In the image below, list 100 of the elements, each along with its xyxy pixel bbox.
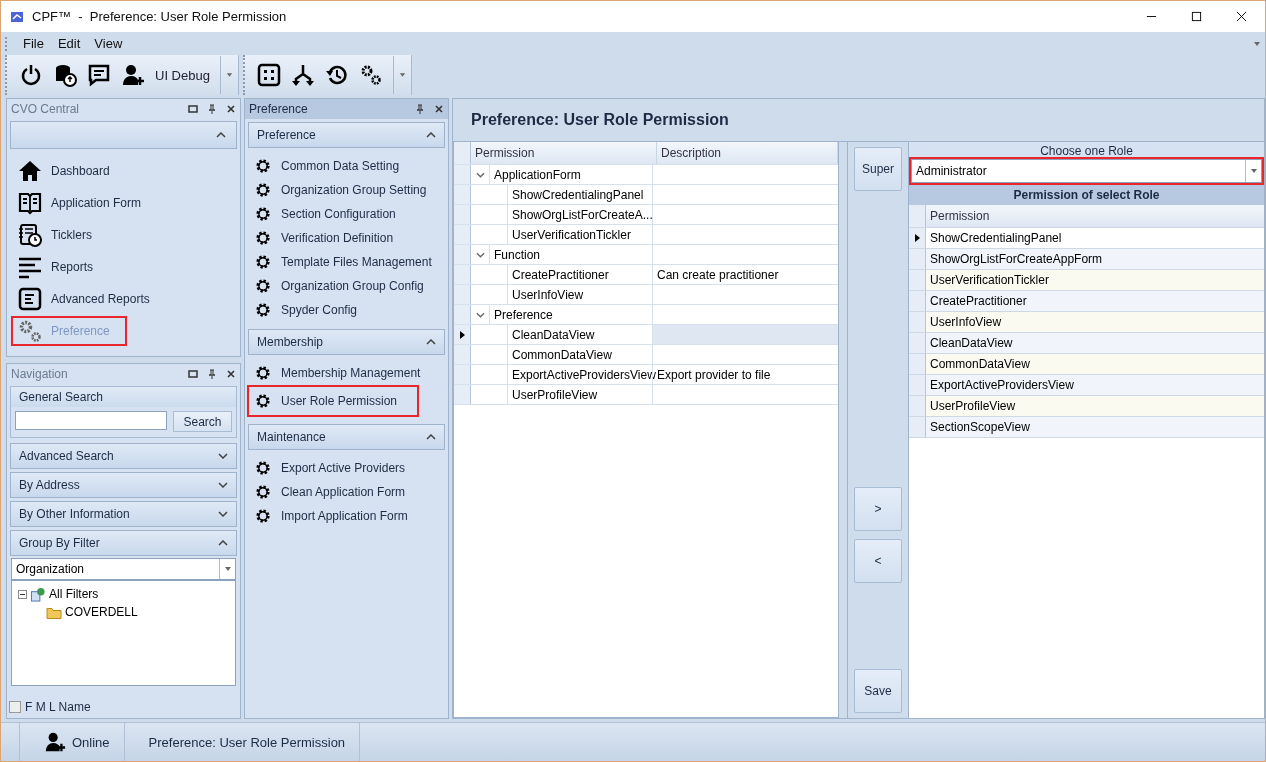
menu-link[interactable]: Export Active Providers bbox=[281, 461, 406, 475]
table-row[interactable]: CommonDataView bbox=[909, 354, 1264, 375]
chevron-up-icon bbox=[426, 339, 436, 345]
menu-link[interactable]: Template Files Management bbox=[281, 255, 432, 269]
menu-link[interactable]: Section Configuration bbox=[281, 207, 396, 221]
add-user-icon[interactable] bbox=[121, 63, 145, 87]
search-button[interactable]: Search bbox=[173, 411, 232, 432]
pin-icon[interactable] bbox=[207, 369, 217, 379]
tree-item[interactable]: COVERDELL bbox=[65, 605, 138, 619]
table-row[interactable]: SectionScopeView bbox=[909, 417, 1264, 438]
nav-item[interactable]: Application Form bbox=[51, 196, 142, 210]
chevron-up-icon bbox=[218, 540, 228, 546]
app-logo-icon bbox=[10, 9, 24, 24]
chat-icon[interactable] bbox=[87, 63, 111, 87]
super-button[interactable]: Super bbox=[854, 147, 902, 191]
chevron-down-icon[interactable] bbox=[475, 311, 485, 318]
gear-icon bbox=[255, 182, 271, 198]
menu-link[interactable]: Membership Management bbox=[281, 366, 421, 380]
chevron-down-icon bbox=[218, 511, 228, 517]
database-icon[interactable] bbox=[53, 63, 77, 87]
section-header[interactable]: Advanced Search bbox=[10, 443, 237, 469]
gear-icon bbox=[255, 460, 271, 476]
debug-mode-label[interactable]: UI Debug bbox=[155, 67, 210, 83]
globe-document-icon bbox=[30, 586, 46, 602]
table-cell-text: CommonDataView bbox=[929, 356, 1030, 373]
window-title: CPF™ - Preference: User Role Permission bbox=[32, 9, 287, 24]
chevron-down-icon bbox=[218, 482, 228, 488]
checkbox[interactable] bbox=[9, 701, 21, 713]
table-cell-text: UserProfileView bbox=[929, 398, 1016, 415]
search-field[interactable] bbox=[15, 411, 167, 430]
document-icon bbox=[18, 287, 42, 311]
row-pointer-icon bbox=[459, 330, 465, 339]
text-lines-icon bbox=[18, 255, 42, 279]
role-dropdown[interactable]: Administrator bbox=[911, 159, 1262, 183]
caret-icon[interactable] bbox=[1253, 40, 1261, 47]
nav-item[interactable]: Ticklers bbox=[51, 228, 92, 242]
remove-button[interactable]: < bbox=[854, 539, 902, 583]
collapse-icon[interactable] bbox=[18, 589, 27, 599]
group-header[interactable]: Membership bbox=[248, 329, 445, 355]
row-header[interactable] bbox=[909, 228, 926, 248]
table-cell: ShowOrgListForCreateA... bbox=[507, 205, 652, 224]
table-cell: UserVerificationTickler bbox=[507, 225, 652, 244]
nav-item[interactable]: Dashboard bbox=[51, 164, 110, 178]
table-cell: UserInfoView bbox=[507, 285, 652, 304]
table-row[interactable]: UserProfileView bbox=[909, 396, 1264, 417]
gear-icon bbox=[255, 254, 271, 270]
history-icon[interactable] bbox=[324, 63, 349, 87]
menu-link[interactable]: User Role Permission bbox=[281, 394, 398, 408]
chevron-down-icon[interactable] bbox=[475, 251, 485, 258]
grid-icon[interactable] bbox=[256, 63, 281, 87]
maximize-icon[interactable] bbox=[1191, 11, 1202, 22]
section-header[interactable]: Group By Filter bbox=[10, 530, 237, 556]
gears-icon bbox=[18, 319, 42, 343]
panel-title: CVO Central bbox=[11, 102, 80, 116]
section-header[interactable]: By Other Information bbox=[10, 501, 237, 527]
pin-icon[interactable] bbox=[207, 104, 217, 114]
gear-icon bbox=[255, 230, 271, 246]
section-header[interactable]: By Address bbox=[10, 472, 237, 498]
menu-link[interactable]: Organization Group Setting bbox=[281, 183, 427, 197]
menu-link[interactable]: Import Application Form bbox=[281, 509, 408, 523]
table-row[interactable]: CreatePractitioner bbox=[909, 291, 1264, 312]
row-header[interactable] bbox=[454, 325, 471, 344]
nav-item[interactable]: Advanced Reports bbox=[51, 292, 150, 306]
table-row[interactable]: ShowCredentialingPanel bbox=[909, 228, 1264, 249]
tree-item[interactable]: All Filters bbox=[49, 587, 99, 601]
gear-icon bbox=[255, 206, 271, 222]
table-row[interactable]: CleanDataView bbox=[909, 333, 1264, 354]
table-cell: CommonDataView bbox=[507, 345, 652, 364]
add-button[interactable]: > bbox=[854, 487, 902, 531]
menu-link[interactable]: Verification Definition bbox=[281, 231, 394, 245]
panel-title: Navigation bbox=[11, 367, 68, 381]
window-icon[interactable] bbox=[188, 369, 198, 379]
menu-link[interactable]: Clean Application Form bbox=[281, 485, 406, 499]
save-button[interactable]: Save bbox=[854, 669, 902, 713]
branch-arrows-icon[interactable] bbox=[290, 63, 315, 87]
group-header[interactable]: Maintenance bbox=[248, 424, 445, 450]
menu-item[interactable]: Edit bbox=[57, 36, 81, 51]
table-row[interactable]: ShowOrgListForCreateAppForm bbox=[909, 249, 1264, 270]
menu-item[interactable]: View bbox=[94, 36, 123, 51]
table-cell: Export provider to file bbox=[657, 367, 771, 382]
close-icon[interactable] bbox=[226, 104, 236, 114]
open-book-icon bbox=[18, 191, 42, 215]
pin-icon[interactable] bbox=[415, 104, 425, 114]
group-header[interactable]: Preference bbox=[248, 122, 445, 148]
menu-item[interactable]: File bbox=[23, 36, 44, 51]
menu-link[interactable]: Organization Group Config bbox=[281, 279, 424, 293]
menu-link[interactable]: Spyder Config bbox=[281, 303, 358, 317]
window-icon[interactable] bbox=[188, 104, 198, 114]
filter-dropdown[interactable]: Organization bbox=[11, 558, 236, 580]
chevron-down-icon[interactable] bbox=[475, 171, 485, 178]
panel-title: Preference bbox=[249, 102, 308, 116]
close-icon[interactable] bbox=[1236, 11, 1247, 22]
close-icon[interactable] bbox=[434, 104, 444, 114]
table-row[interactable]: UserInfoView bbox=[909, 312, 1264, 333]
table-row[interactable]: ExportActiveProvidersView bbox=[909, 375, 1264, 396]
menu-link[interactable]: Common Data Setting bbox=[281, 159, 400, 173]
power-icon[interactable] bbox=[19, 63, 43, 87]
nav-item[interactable]: Reports bbox=[51, 260, 94, 274]
table-row[interactable]: UserVerificationTickler bbox=[909, 270, 1264, 291]
close-icon[interactable] bbox=[226, 369, 236, 379]
